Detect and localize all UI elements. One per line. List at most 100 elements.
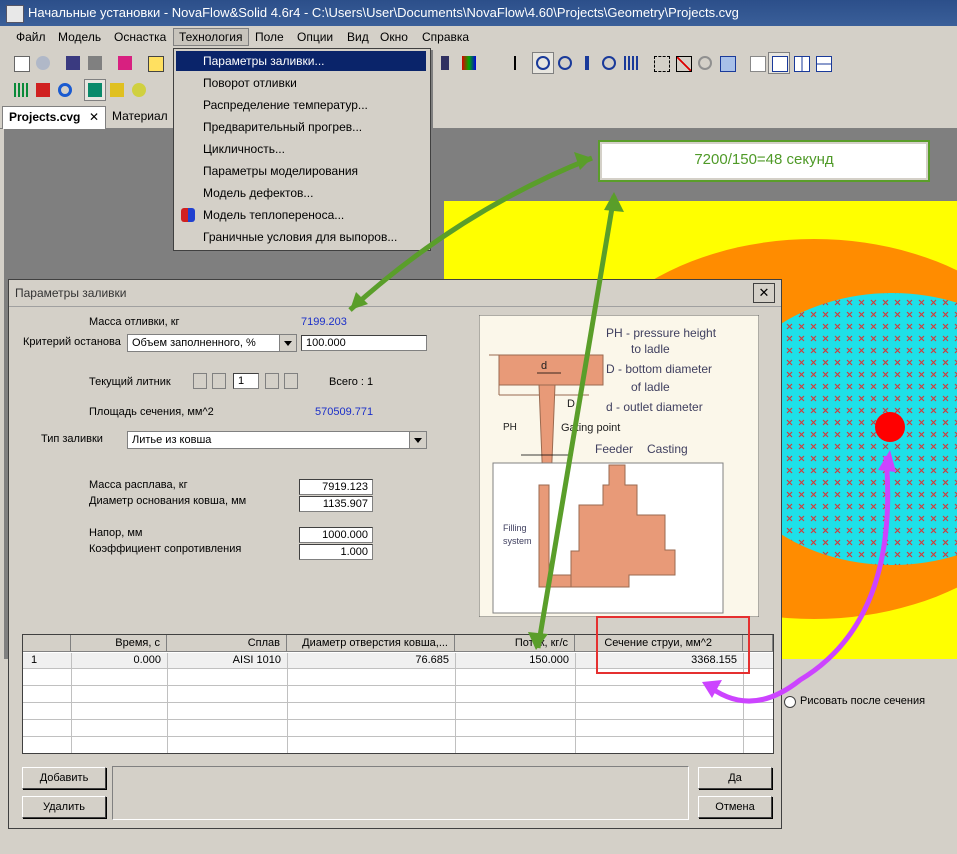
label-system: system [503, 536, 532, 546]
legend-d-big: D - bottom diameter [606, 362, 712, 376]
menu-item-preheat[interactable]: Предварительный прогрев... [176, 117, 426, 137]
shapes-icon[interactable] [106, 79, 128, 101]
col-header-alloy[interactable]: Сплав [167, 635, 287, 652]
cell-time[interactable]: 0.000 [71, 653, 167, 668]
zoom-in-icon[interactable] [532, 52, 554, 74]
resistance-label: Коэффициент сопротивления [89, 543, 242, 555]
radio-label: Рисовать после сечения [800, 695, 926, 707]
refresh-icon[interactable] [694, 52, 716, 74]
first-gate-icon[interactable] [193, 373, 207, 389]
menu-item-cycling[interactable]: Цикличность... [176, 139, 426, 159]
label-feeder: Feeder [595, 442, 633, 456]
menu-item-riser-bc[interactable]: Граничные условия для выпоров... [176, 227, 426, 247]
open-disk-icon[interactable] [32, 52, 54, 74]
menu-model[interactable]: Модель [58, 30, 101, 44]
menu-item-simulation-params[interactable]: Параметры моделирования [176, 161, 426, 181]
draw-after-section-radio[interactable]: Рисовать после сечения [784, 694, 954, 710]
legend-ph: PH - pressure height [606, 326, 717, 340]
add-button[interactable]: Добавить [22, 767, 106, 789]
grid-dots-icon[interactable] [10, 79, 32, 101]
cube-icon[interactable] [32, 79, 54, 101]
gate-total: Всего : 1 [329, 376, 374, 388]
menu-item-heat-transfer[interactable]: Модель теплопереноса... [176, 205, 426, 225]
fill-icon[interactable] [84, 79, 106, 101]
stop-threshold-input[interactable]: 100.000 [301, 335, 427, 351]
pan-icon[interactable] [576, 52, 598, 74]
ok-button[interactable]: Да [698, 767, 772, 789]
tab-projects-label: Projects.cvg [9, 110, 81, 124]
cell-diameter[interactable]: 76.685 [287, 653, 455, 668]
menu-options[interactable]: Опции [297, 30, 333, 44]
model-icon[interactable] [114, 52, 136, 74]
cursor-icon[interactable] [510, 52, 532, 74]
col-header-diameter[interactable]: Диаметр отверстия ковша,... [287, 635, 455, 652]
head-input[interactable]: 1000.000 [299, 527, 373, 543]
zoom-out-icon[interactable] [554, 52, 576, 74]
close-icon[interactable]: ✕ [753, 283, 775, 303]
layers-icon[interactable] [144, 52, 166, 74]
cell-index[interactable]: 1 [23, 653, 71, 668]
menu-tooling[interactable]: Оснастка [114, 30, 166, 44]
select-box-icon[interactable] [650, 52, 672, 74]
bottle-icon[interactable] [434, 52, 456, 74]
tab-projects[interactable]: Projects.cvg ✕ [2, 106, 106, 129]
star-page-icon[interactable] [746, 52, 768, 74]
radio-circle[interactable] [784, 696, 796, 708]
pour-type-select[interactable]: Литье из ковша [127, 431, 427, 449]
ladle-diameter-input[interactable]: 1135.907 [299, 496, 373, 512]
menu-view[interactable]: Вид [347, 30, 369, 44]
gate-number-input[interactable]: 1 [233, 373, 259, 389]
rotate-icon[interactable] [598, 52, 620, 74]
probe-point [875, 412, 905, 442]
prev-gate-icon[interactable] [212, 373, 226, 389]
new-icon[interactable] [10, 52, 32, 74]
save-icon[interactable] [62, 52, 84, 74]
chevron-down-icon[interactable] [279, 335, 296, 351]
chevron-down-icon[interactable] [409, 432, 426, 448]
area-label: Площадь сечения, мм^2 [89, 406, 214, 418]
menu-technology[interactable]: Технология [173, 28, 249, 46]
menu-item-pouring-params[interactable]: Параметры заливки... [176, 51, 426, 71]
delete-button[interactable]: Удалить [22, 796, 106, 818]
split-vertical-icon[interactable] [790, 52, 812, 74]
menu-item-label: Граничные условия для выпоров... [203, 230, 398, 244]
cluster-icon[interactable] [128, 79, 150, 101]
app-icon [6, 5, 24, 23]
cancel-button[interactable]: Отмена [698, 796, 772, 818]
cell-flow[interactable]: 150.000 [455, 653, 575, 668]
technology-menu: Параметры заливки... Поворот отливки Рас… [173, 48, 431, 251]
menu-help[interactable]: Справка [422, 30, 469, 44]
cell-alloy[interactable]: AISI 1010 [167, 653, 287, 668]
next-gate-icon[interactable] [265, 373, 279, 389]
menu-item-label: Параметры заливки... [203, 54, 325, 68]
split-horizontal-icon[interactable] [812, 52, 834, 74]
menu-field[interactable]: Поле [255, 30, 284, 44]
window-title: Начальные установки - NovaFlow&Solid 4.6… [28, 5, 739, 20]
menu-item-temperature[interactable]: Распределение температур... [176, 95, 426, 115]
stop-criterion-label: Критерий останова [23, 336, 121, 348]
menu-file[interactable]: Файл [16, 30, 46, 44]
menu-item-label: Распределение температур... [203, 98, 368, 112]
stop-criterion-select[interactable]: Объем заполненного, % [127, 334, 297, 352]
delete-selection-icon[interactable] [672, 52, 694, 74]
menu-window[interactable]: Окно [380, 30, 408, 44]
window-icon[interactable] [716, 52, 738, 74]
resistance-input[interactable]: 1.000 [299, 544, 373, 560]
col-header-index[interactable] [23, 635, 71, 652]
col-header-time[interactable]: Время, с [71, 635, 167, 652]
ring-icon[interactable] [54, 79, 76, 101]
mass-label: Масса отливки, кг [89, 316, 180, 328]
last-gate-icon[interactable] [284, 373, 298, 389]
mesh-icon[interactable] [620, 52, 642, 74]
menu-item-casting-rotation[interactable]: Поворот отливки [176, 73, 426, 93]
col-header-flow[interactable]: Поток, кг/с [455, 635, 575, 652]
print-icon[interactable] [84, 52, 106, 74]
label-filling: Filling [503, 523, 527, 533]
menu-item-defect-model[interactable]: Модель дефектов... [176, 183, 426, 203]
dialog-titlebar: Параметры заливки ✕ [9, 280, 781, 307]
close-tab-icon[interactable]: ✕ [89, 110, 99, 124]
single-view-icon[interactable] [768, 52, 790, 74]
color-picker-icon[interactable] [458, 52, 480, 74]
menu-item-label: Цикличность... [203, 142, 285, 156]
melt-mass-input[interactable]: 7919.123 [299, 479, 373, 495]
